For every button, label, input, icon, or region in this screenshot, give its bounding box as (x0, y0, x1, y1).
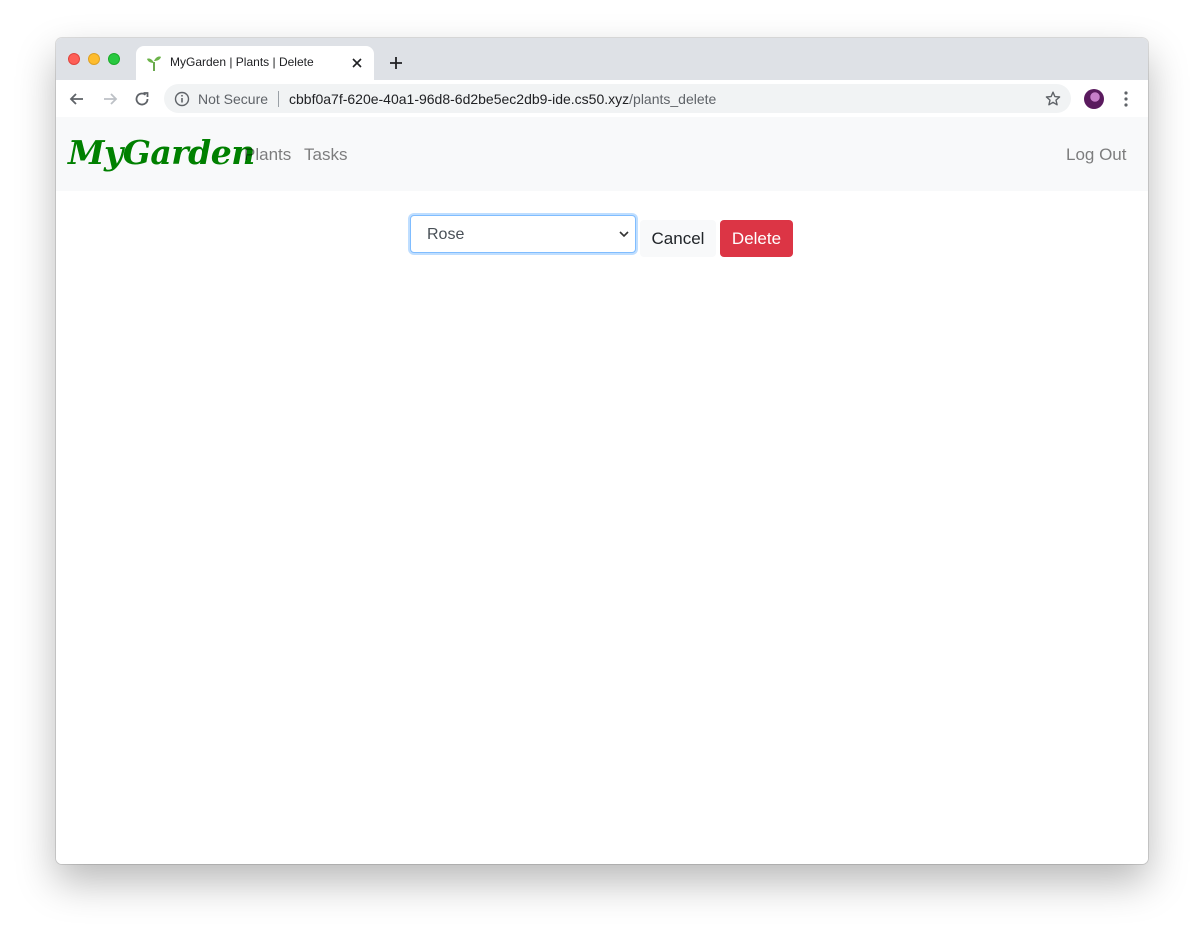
browser-window: MyGarden | Plants | Delete Not Secure cb… (56, 38, 1148, 864)
close-tab-icon[interactable] (350, 56, 364, 70)
plant-select[interactable]: Rose (410, 215, 636, 253)
delete-button[interactable]: Delete (720, 220, 793, 257)
select-value: Rose (427, 226, 465, 243)
bookmark-star-icon[interactable] (1044, 90, 1062, 108)
url-text[interactable]: cbbf0a7f-620e-40a1-96d8-6d2be5ec2db9-ide… (289, 91, 716, 107)
nav-link-plants[interactable]: Plants (244, 145, 291, 165)
minimize-window-button[interactable] (88, 53, 100, 65)
close-window-button[interactable] (68, 53, 80, 65)
url-host: cbbf0a7f-620e-40a1-96d8-6d2be5ec2db9-ide… (289, 91, 630, 107)
address-divider (278, 91, 279, 107)
browser-toolbar: Not Secure cbbf0a7f-620e-40a1-96d8-6d2be… (56, 80, 1148, 118)
tab-title: MyGarden | Plants | Delete (170, 55, 314, 69)
info-icon[interactable] (174, 91, 190, 107)
site-navbar: MyGarden Plants Tasks Log Out (56, 117, 1148, 191)
profile-avatar[interactable] (1084, 89, 1104, 109)
sprout-icon (147, 56, 161, 71)
security-status: Not Secure (198, 91, 269, 107)
brand-logo[interactable]: MyGarden (68, 133, 255, 172)
nav-link-logout[interactable]: Log Out (1066, 145, 1127, 165)
more-vert-icon[interactable] (1119, 90, 1133, 108)
cancel-button[interactable]: Cancel (640, 220, 716, 257)
tab-strip: MyGarden | Plants | Delete (56, 38, 1148, 80)
address-bar[interactable]: Not Secure cbbf0a7f-620e-40a1-96d8-6d2be… (164, 84, 1071, 113)
new-tab-icon[interactable] (388, 55, 404, 71)
page-content: MyGarden Plants Tasks Log Out Rose Cance… (56, 117, 1148, 864)
back-arrow-icon[interactable] (68, 90, 86, 108)
reload-icon[interactable] (133, 90, 151, 108)
chevron-down-icon (619, 231, 629, 238)
url-path: /plants_delete (629, 91, 717, 107)
browser-tab-active[interactable]: MyGarden | Plants | Delete (136, 46, 374, 80)
nav-link-tasks[interactable]: Tasks (304, 145, 347, 165)
forward-arrow-icon[interactable] (101, 90, 119, 108)
maximize-window-button[interactable] (108, 53, 120, 65)
